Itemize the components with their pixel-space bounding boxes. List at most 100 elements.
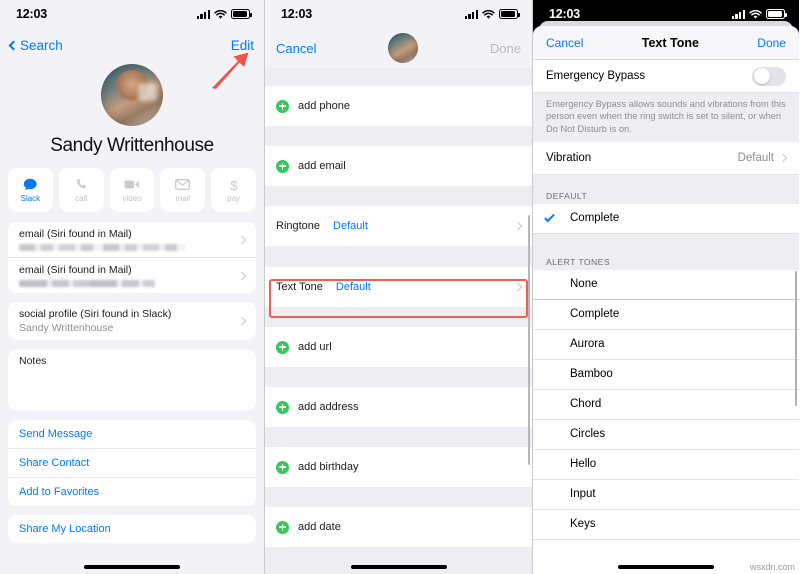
home-indicator	[350, 565, 447, 569]
share-my-location-button[interactable]: Share My Location	[8, 515, 256, 543]
contact-header: Sandy Writtenhouse	[0, 62, 264, 157]
section-gap	[265, 246, 532, 267]
back-label: Search	[20, 37, 63, 53]
page-title: Text Tone	[641, 35, 699, 50]
ringtone-label: Ringtone	[276, 220, 321, 232]
section-gap	[265, 186, 532, 206]
ringtone-value: Default	[333, 220, 368, 232]
send-message-button[interactable]: Send Message	[8, 420, 256, 449]
add-date-row[interactable]: add date	[265, 507, 532, 547]
list-item[interactable]: email (Siri found in Mail)	[8, 258, 256, 293]
quick-actions-row: Slack call video mail $ pay	[0, 168, 264, 222]
scrollbar[interactable]	[527, 215, 530, 465]
tone-bamboo[interactable]: Bamboo	[533, 359, 799, 390]
battery-icon	[766, 9, 787, 19]
tone-circles[interactable]: Circles	[533, 419, 799, 450]
tone-input[interactable]: Input	[533, 479, 799, 510]
add-url-label: add url	[298, 341, 332, 353]
emergency-bypass-toggle[interactable]	[752, 66, 786, 86]
wifi-icon	[482, 9, 495, 19]
plus-icon	[276, 159, 289, 173]
action-mail-button[interactable]: mail	[160, 168, 206, 212]
tone-label: Chord	[570, 398, 602, 411]
vibration-value: Default	[737, 151, 774, 164]
vibration-row[interactable]: Vibration Default	[533, 141, 799, 175]
default-section-header: DEFAULT	[533, 183, 799, 204]
add-phone-row[interactable]: add phone	[265, 86, 532, 126]
list-item[interactable]: social profile (Siri found in Slack) San…	[8, 302, 256, 340]
social-profile-card: social profile (Siri found in Slack) San…	[8, 302, 256, 340]
emergency-bypass-note: Emergency Bypass allows sounds and vibra…	[533, 93, 799, 142]
tone-aurora[interactable]: Aurora	[533, 329, 799, 360]
back-to-search-button[interactable]: Search	[8, 37, 63, 53]
action-video-button[interactable]: video	[109, 168, 155, 212]
action-label: pay	[227, 193, 241, 203]
vibration-value-group: Default	[737, 151, 788, 164]
cancel-button[interactable]: Cancel	[546, 36, 583, 50]
tone-default-complete[interactable]: Complete	[533, 203, 799, 234]
add-address-label: add address	[298, 401, 359, 413]
tone-none[interactable]: None	[533, 269, 799, 300]
tone-label: Aurora	[570, 338, 605, 351]
tone-label: Complete	[570, 212, 620, 225]
edit-button[interactable]: Edit	[231, 38, 254, 53]
video-camera-icon	[124, 178, 140, 192]
tone-chord[interactable]: Chord	[533, 389, 799, 420]
action-slack-button[interactable]: Slack	[8, 168, 53, 212]
add-to-favorites-button[interactable]: Add to Favorites	[8, 478, 256, 506]
add-birthday-row[interactable]: add birthday	[265, 447, 532, 487]
action-call-button[interactable]: call	[58, 168, 104, 212]
add-address-row[interactable]: add address	[265, 387, 532, 427]
add-url-row[interactable]: add url	[265, 327, 532, 367]
battery-icon	[231, 9, 252, 19]
section-gap	[265, 427, 532, 447]
status-bar-indicators	[196, 9, 252, 19]
add-birthday-label: add birthday	[298, 461, 359, 473]
list-item[interactable]: email (Siri found in Mail)	[8, 222, 256, 258]
action-pay-button[interactable]: $ pay	[211, 168, 256, 212]
action-label: call	[75, 193, 88, 203]
chevron-left-icon	[8, 40, 19, 50]
tone-label: Complete	[570, 308, 620, 321]
tone-label: Keys	[570, 518, 596, 531]
panel-contact-detail: 12:03 Search Edit Sandy Writtenhouse Sla…	[0, 0, 265, 574]
notes-label: Notes	[19, 355, 47, 367]
field-label: email (Siri found in Mail)	[19, 228, 132, 240]
add-phone-label: add phone	[298, 100, 350, 112]
redacted-value	[19, 280, 155, 287]
cellular-bars-icon	[464, 9, 478, 19]
tone-label: None	[570, 278, 598, 291]
text-tone-sheet: Cancel Text Tone Done Emergency Bypass E…	[533, 26, 799, 574]
tone-keys[interactable]: Keys	[533, 509, 799, 540]
tone-hello[interactable]: Hello	[533, 449, 799, 480]
emergency-bypass-row[interactable]: Emergency Bypass	[533, 60, 799, 93]
add-email-label: add email	[298, 160, 346, 172]
status-bar: 12:03	[265, 0, 532, 28]
cancel-button[interactable]: Cancel	[276, 41, 316, 56]
action-label: mail	[175, 193, 191, 203]
done-button[interactable]: Done	[490, 41, 521, 56]
field-label: social profile (Siri found in Slack)	[19, 308, 172, 320]
plus-icon	[276, 400, 289, 414]
wifi-icon	[749, 9, 762, 19]
panel-edit-contact: 12:03 Cancel Done add phone add email Ri…	[265, 0, 533, 574]
tone-complete[interactable]: Complete	[533, 299, 799, 330]
chevron-right-icon	[513, 221, 523, 231]
contact-links-card: Send Message Share Contact Add to Favori…	[8, 420, 256, 506]
notes-row[interactable]: Notes	[8, 349, 256, 373]
add-email-row[interactable]: add email	[265, 146, 532, 186]
text-tone-row[interactable]: Text Tone Default	[265, 267, 532, 307]
notes-card[interactable]: Notes	[8, 349, 256, 411]
avatar[interactable]	[101, 64, 163, 126]
plus-icon	[276, 99, 289, 113]
ringtone-row[interactable]: Ringtone Default	[265, 206, 532, 246]
envelope-icon	[175, 178, 191, 192]
cellular-bars-icon	[196, 9, 210, 19]
avatar[interactable]	[388, 33, 419, 63]
scrollbar[interactable]	[794, 271, 797, 406]
share-contact-button[interactable]: Share Contact	[8, 449, 256, 478]
done-button[interactable]: Done	[757, 36, 786, 50]
